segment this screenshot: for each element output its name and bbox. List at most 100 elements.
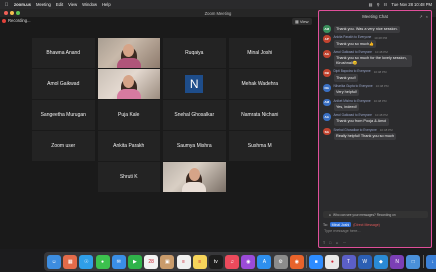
contacts-icon[interactable]: ▣ — [160, 254, 175, 269]
recipient-dropdown[interactable]: Minal Joshi — [329, 222, 352, 227]
message-text: Really helpful! Thank you so much — [333, 132, 397, 141]
chrome-icon[interactable]: ● — [325, 254, 340, 269]
settings-icon[interactable]: ⚙ — [273, 254, 288, 269]
sender-avatar: AM — [323, 98, 331, 107]
notice-text: Who can see your messages? Recording on — [332, 212, 396, 217]
participant-tile[interactable]: Minal Joshi — [228, 38, 291, 68]
view-button[interactable]: ▦ View — [292, 18, 312, 25]
participant-tile[interactable]: Bhawna Anand — [32, 38, 95, 68]
vscode-icon[interactable]: ◆ — [373, 254, 388, 269]
wifi-icon[interactable]: ▤ — [369, 2, 373, 7]
message-time: 10:48 PM — [374, 50, 388, 55]
sender-avatar: AG — [323, 50, 331, 58]
message-meta: Amol Gaikwad to Everyone 10:48 PM — [334, 113, 429, 117]
dock-divider — [306, 255, 307, 268]
menubar-clock[interactable]: Tue Nov 28 10:48 PM — [391, 2, 432, 7]
chat-message[interactable]: AP Ankita Parakh to Everyone 10:48 PM Thank… — [323, 35, 428, 48]
menubar-status-area: ▤ ⚲ ☷ Tue Nov 28 10:48 PM — [369, 2, 432, 7]
messages-icon[interactable]: ● — [95, 254, 110, 269]
downloads-icon[interactable]: ↓ — [425, 254, 436, 269]
message-meta: Dipti Bapodra to Everyone 10:48 PM — [334, 69, 429, 73]
search-icon[interactable]: ⚲ — [377, 2, 380, 7]
sender-name: Snehal Ghosalkar to Everyone — [333, 127, 377, 132]
participant-video — [97, 38, 160, 68]
recording-indicator[interactable]: Recording... — [2, 18, 31, 23]
chat-visibility-notice[interactable]: ● Who can see your messages? Recording o… — [323, 211, 428, 218]
participant-tile[interactable]: N — [163, 69, 226, 99]
word-icon[interactable]: W — [357, 254, 372, 269]
chat-input-toolbar: T □ ☺ ⋯ — [323, 241, 346, 245]
grid-icon: ▦ — [295, 19, 299, 24]
podcasts-icon[interactable]: ◉ — [241, 254, 256, 269]
notes-icon[interactable]: ≡ — [192, 254, 207, 269]
sender-name: Niharika Gupta to Everyone — [333, 84, 373, 88]
menu-app-name[interactable]: zoom.us — [14, 2, 31, 7]
chat-message[interactable]: NG Niharika Gupta to Everyone 10:48 PM Very… — [323, 84, 428, 97]
mail-icon[interactable]: ✉ — [111, 254, 126, 269]
menu-view[interactable]: View — [68, 2, 77, 7]
attach-icon[interactable]: □ — [329, 241, 331, 245]
zoom-icon[interactable]: ■ — [309, 254, 324, 269]
macos-dock: ☺▦☉●✉▶28▣≡≡tv♫◉A⚙◉■●TW◆N□↓□ — [44, 252, 436, 271]
chat-message[interactable]: AM Aniket Mishra to Everyone 10:48 PM Yes, … — [323, 98, 428, 111]
participant-tile[interactable]: Zoom user — [32, 131, 95, 161]
appstore-icon[interactable]: A — [257, 254, 272, 269]
onenote-icon[interactable]: N — [390, 254, 405, 269]
chat-message[interactable]: DB Dipti Bapodra to Everyone 10:48 PM Thank… — [323, 69, 429, 82]
participant-tile[interactable]: Namrata Nichani — [228, 100, 291, 130]
participant-tile[interactable]: Ankita Parakh — [97, 131, 160, 161]
close-window-button[interactable] — [4, 11, 8, 15]
emoji-icon[interactable]: ☺ — [335, 241, 339, 245]
chat-message[interactable]: AG Amol Gaikwad to Everyone 10:48 PM Thank … — [323, 113, 429, 126]
participant-tile[interactable]: Mehak Wadehra — [228, 69, 291, 99]
menu-edit[interactable]: Edit — [56, 2, 63, 7]
participant-tile[interactable]: Ruqaiya — [163, 38, 226, 68]
sender-name: Ankita Parakh to Everyone — [333, 35, 372, 40]
chat-message[interactable]: AG Amol Gaikwad to Everyone 10:48 PM Thank … — [323, 50, 428, 67]
participant-tile[interactable]: Snehal Ghosalkar — [163, 100, 226, 130]
sender-avatar: AG — [323, 113, 331, 121]
popout-icon[interactable]: ↗ — [419, 14, 422, 19]
preview-icon[interactable]: □ — [406, 254, 421, 269]
zoom-window-button[interactable] — [16, 11, 20, 15]
chat-message-list[interactable]: AM Thank you. Was a very nice session. AP A… — [323, 25, 428, 143]
calendar-icon[interactable]: 28 — [144, 254, 159, 269]
format-icon[interactable]: T — [323, 241, 325, 245]
firefox-icon[interactable]: ◉ — [289, 254, 304, 269]
participant-tile[interactable] — [163, 162, 226, 192]
menu-help[interactable]: Help — [102, 2, 111, 7]
participant-tile[interactable] — [97, 38, 160, 68]
minimize-window-button[interactable] — [10, 11, 14, 15]
participant-tile[interactable] — [97, 69, 160, 99]
close-icon[interactable]: × — [426, 14, 428, 19]
participant-name: Snehal Ghosalkar — [174, 111, 215, 118]
participant-tile[interactable]: Saumya Mishra — [163, 131, 226, 161]
facetime-icon[interactable]: ▶ — [127, 254, 142, 269]
chat-message[interactable]: SG Snehal Ghosalkar to Everyone 10:48 PM Re… — [323, 127, 428, 141]
participant-tile[interactable]: Puja Kale — [97, 100, 160, 130]
recording-label: Recording... — [8, 18, 31, 23]
reminders-icon[interactable]: ≡ — [176, 254, 191, 269]
launchpad-icon[interactable]: ▦ — [63, 254, 78, 269]
chat-header: Meeting Chat ↗ × — [319, 11, 431, 22]
music-icon[interactable]: ♫ — [225, 254, 240, 269]
control-center-icon[interactable]: ☷ — [384, 2, 388, 7]
participant-tile[interactable]: Shruti K — [97, 162, 160, 192]
participant-tile[interactable]: Amol Gaikwad — [32, 69, 95, 99]
safari-icon[interactable]: ☉ — [79, 254, 94, 269]
menu-meeting[interactable]: Meeting — [36, 2, 51, 7]
participant-tile[interactable]: Sangeetha Murugan — [32, 100, 95, 130]
sender-avatar: NG — [323, 84, 331, 92]
apple-menu-icon[interactable]:  — [4, 2, 9, 8]
more-icon[interactable]: ⋯ — [343, 241, 347, 245]
finder-icon[interactable]: ☺ — [47, 254, 61, 269]
chat-message[interactable]: AM Thank you. Was a very nice session. — [323, 25, 428, 34]
tv-icon[interactable]: tv — [208, 254, 223, 269]
teams-icon[interactable]: T — [341, 254, 356, 269]
participant-name: Sangeetha Murugan — [40, 111, 86, 118]
participant-name: Ankita Parakh — [113, 142, 145, 149]
macos-menubar:  zoom.us Meeting Edit View Window Help … — [0, 0, 436, 9]
participant-name: Minal Joshi — [247, 49, 273, 56]
participant-tile[interactable]: Sushma M — [228, 131, 291, 161]
menu-window[interactable]: Window — [82, 2, 97, 7]
